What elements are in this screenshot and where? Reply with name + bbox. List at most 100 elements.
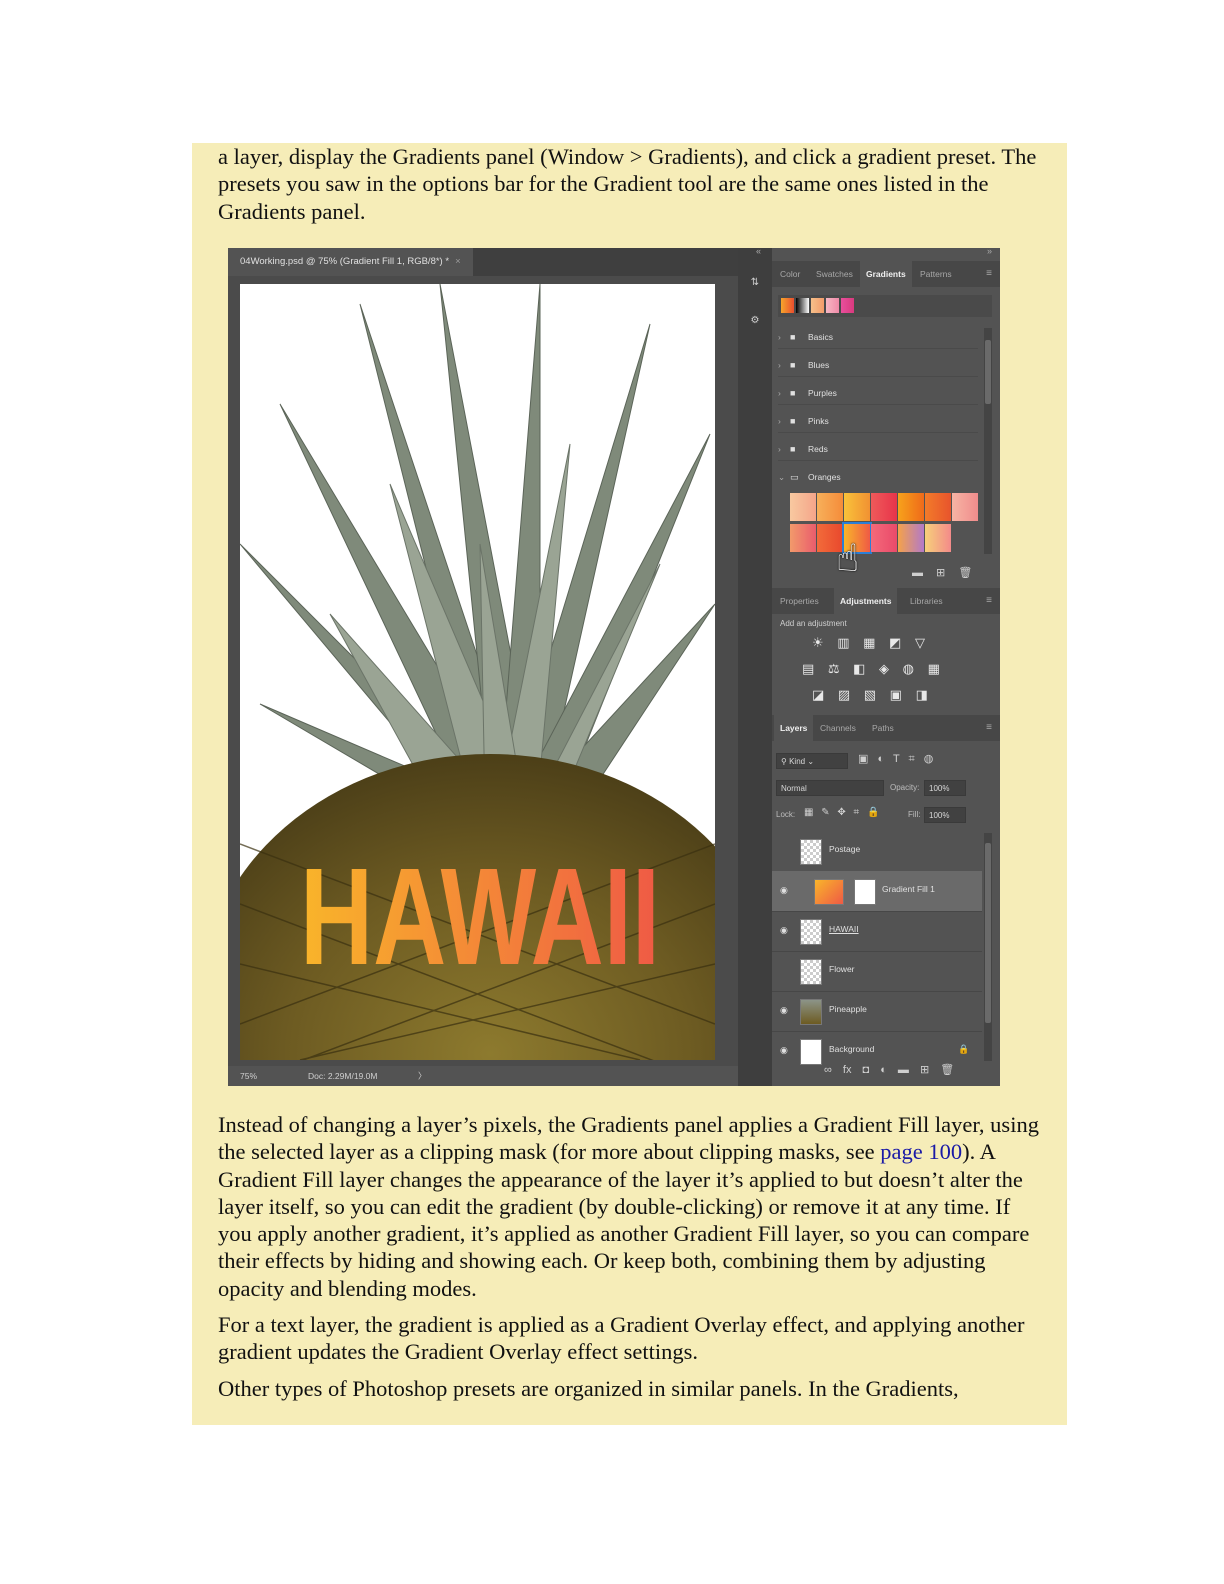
scrollbar-thumb[interactable] bbox=[985, 843, 991, 1023]
oranges-gradient-grid bbox=[790, 493, 980, 554]
folder-basics[interactable]: › ■ Basics bbox=[778, 326, 978, 349]
chevron-right-icon: › bbox=[778, 388, 781, 398]
fill-field[interactable]: 100% bbox=[924, 807, 966, 823]
gradient-preset[interactable] bbox=[871, 493, 897, 521]
layer-mask-thumbnail bbox=[854, 879, 876, 905]
adjustment-icons-row-1[interactable]: ☀ ▥ ▦ ◩ ▽ bbox=[812, 635, 930, 651]
hand-cursor-icon: ☝ bbox=[836, 538, 860, 580]
layers-footer-icons[interactable]: ∞ fx ◘ ◐ ▬ ⊞ 🗑 bbox=[824, 1063, 954, 1076]
properties-icon[interactable]: ⚙ bbox=[746, 312, 764, 330]
history-icon[interactable]: ⇅ bbox=[746, 274, 764, 292]
folder-icon: ■ bbox=[790, 360, 796, 370]
status-arrow-icon[interactable]: 〉 bbox=[418, 1066, 427, 1086]
layer-filter-icons[interactable]: ▣ ◐ T ⌗ ◍ bbox=[858, 752, 933, 766]
folder-oranges[interactable]: ⌄ ▭ Oranges bbox=[778, 466, 978, 488]
tab-layers[interactable]: Layers bbox=[774, 715, 814, 741]
photoshop-screenshot: 04Working.psd @ 75% (Gradient Fill 1, RG… bbox=[228, 248, 1000, 1086]
folder-reds[interactable]: › ■ Reds bbox=[778, 438, 978, 461]
recent-gradients bbox=[778, 295, 992, 317]
gradient-preset[interactable] bbox=[898, 493, 924, 521]
gradient-preset[interactable] bbox=[790, 524, 816, 552]
chevron-down-icon: ⌄ bbox=[778, 472, 786, 482]
adjustment-icons-row-3[interactable]: ◪ ▨ ▧ ▣ ◨ bbox=[812, 687, 933, 703]
folder-pinks[interactable]: › ■ Pinks bbox=[778, 410, 978, 433]
layer-row-gradient-fill[interactable]: ◉ Gradient Fill 1 bbox=[772, 871, 982, 912]
layers-scrollbar[interactable] bbox=[984, 833, 992, 1061]
recent-gradient-swatch[interactable] bbox=[781, 298, 794, 313]
gradient-preset[interactable] bbox=[871, 524, 897, 552]
paragraph-intro: a layer, display the Gradients panel (Wi… bbox=[218, 144, 1037, 224]
gradients-footer-icons[interactable]: ▬ ⊞ 🗑 bbox=[912, 566, 972, 579]
page-link[interactable]: page 100 bbox=[880, 1139, 962, 1164]
eye-icon[interactable]: ◉ bbox=[780, 885, 788, 896]
layer-row-postage[interactable]: Postage bbox=[772, 831, 982, 872]
layer-row-pineapple[interactable]: ◉ Pineapple bbox=[772, 991, 982, 1032]
lock-label: Lock: bbox=[776, 810, 796, 819]
layer-row-flower[interactable]: Flower bbox=[772, 951, 982, 992]
panel-group-layers-tabs: Layers Channels Paths ≡ bbox=[772, 715, 1000, 741]
recent-gradient-swatch[interactable] bbox=[811, 298, 824, 313]
panel-group-gradients-tabs: Color Swatches Gradients Patterns ≡ bbox=[772, 261, 1000, 287]
paragraph-gradient-fill: Instead of changing a layer’s pixels, th… bbox=[218, 1112, 1039, 1301]
fill-label: Fill: bbox=[908, 810, 921, 819]
gradient-preset[interactable] bbox=[952, 493, 978, 521]
tab-color[interactable]: Color bbox=[780, 261, 800, 287]
tab-patterns[interactable]: Patterns bbox=[920, 261, 952, 287]
paragraph-other-presets: Other types of Photoshop presets are org… bbox=[218, 1376, 959, 1401]
right-panels: » Color Swatches Gradients Patterns ≡ › ■… bbox=[772, 248, 1000, 1086]
gradient-preset[interactable] bbox=[817, 493, 843, 521]
recent-gradient-swatch[interactable] bbox=[796, 298, 809, 313]
panel-menu-icon[interactable]: ≡ bbox=[986, 715, 992, 741]
opacity-label: Opacity: bbox=[890, 783, 920, 792]
layer-thumbnail bbox=[800, 839, 822, 865]
tab-swatches[interactable]: Swatches bbox=[816, 261, 853, 287]
gradient-preset[interactable] bbox=[790, 493, 816, 521]
gradients-scrollbar[interactable] bbox=[984, 328, 992, 554]
tab-bar bbox=[473, 248, 738, 276]
opacity-field[interactable]: 100% bbox=[924, 780, 966, 796]
gradient-preset[interactable] bbox=[925, 493, 951, 521]
tab-libraries[interactable]: Libraries bbox=[910, 588, 943, 614]
recent-gradient-swatch[interactable] bbox=[826, 298, 839, 313]
folder-icon: ■ bbox=[790, 332, 796, 342]
tab-adjustments[interactable]: Adjustments bbox=[834, 588, 898, 614]
layer-filter-kind[interactable]: ⚲ Kind ⌄ bbox=[776, 753, 848, 769]
eye-icon[interactable]: ◉ bbox=[780, 925, 788, 936]
eye-icon[interactable]: ◉ bbox=[780, 1045, 788, 1056]
layer-thumbnail bbox=[800, 999, 822, 1025]
layer-thumbnail bbox=[800, 1039, 822, 1065]
gradient-preset[interactable] bbox=[925, 524, 951, 552]
folder-purples[interactable]: › ■ Purples bbox=[778, 382, 978, 405]
recent-gradient-swatch[interactable] bbox=[841, 298, 854, 313]
folder-icon: ■ bbox=[790, 388, 796, 398]
layer-row-hawaii[interactable]: ◉ HAWAII bbox=[772, 911, 982, 952]
gradient-preset[interactable] bbox=[898, 524, 924, 552]
lock-icon: 🔒 bbox=[958, 1044, 970, 1054]
tab-gradients[interactable]: Gradients bbox=[860, 261, 912, 287]
status-bar: 75% Doc: 2.29M/19.0M 〉 bbox=[228, 1066, 738, 1086]
panel-menu-icon[interactable]: ≡ bbox=[986, 261, 992, 287]
status-zoom[interactable]: 75% bbox=[240, 1066, 257, 1086]
gradient-preset[interactable] bbox=[844, 493, 870, 521]
collapse-right-icon[interactable]: » bbox=[987, 248, 992, 256]
tab-properties[interactable]: Properties bbox=[780, 588, 819, 614]
folder-blues[interactable]: › ■ Blues bbox=[778, 354, 978, 377]
document-tab: 04Working.psd @ 75% (Gradient Fill 1, RG… bbox=[228, 248, 473, 276]
document-canvas: HAWAII bbox=[240, 284, 715, 1060]
paragraph-text-layer: For a text layer, the gradient is applie… bbox=[218, 1312, 1025, 1365]
adjustment-icons-row-2[interactable]: ▤ ⚖ ◧ ◈ ◍ ▦ bbox=[802, 661, 945, 677]
panel-group-adjustments-tabs: Properties Adjustments Libraries ≡ bbox=[772, 588, 1000, 614]
collapse-left-icon[interactable]: « bbox=[756, 248, 761, 256]
lock-icons[interactable]: ▦ ✎ ✥ ⌗ 🔒 bbox=[804, 807, 879, 818]
panel-menu-icon[interactable]: ≡ bbox=[986, 588, 992, 614]
scrollbar-thumb[interactable] bbox=[985, 340, 991, 404]
pineapple-artwork: HAWAII bbox=[240, 284, 715, 1060]
collapsed-panel-strip: « ⇅ ⚙ bbox=[738, 248, 772, 1086]
gradient-fill-thumbnail bbox=[814, 879, 844, 905]
chevron-right-icon: › bbox=[778, 360, 781, 370]
tab-paths[interactable]: Paths bbox=[872, 715, 894, 741]
eye-icon[interactable]: ◉ bbox=[780, 1005, 788, 1016]
blend-mode-select[interactable]: Normal bbox=[776, 780, 884, 796]
tab-channels[interactable]: Channels bbox=[820, 715, 856, 741]
document-tab-title: 04Working.psd @ 75% (Gradient Fill 1, RG… bbox=[240, 256, 450, 267]
